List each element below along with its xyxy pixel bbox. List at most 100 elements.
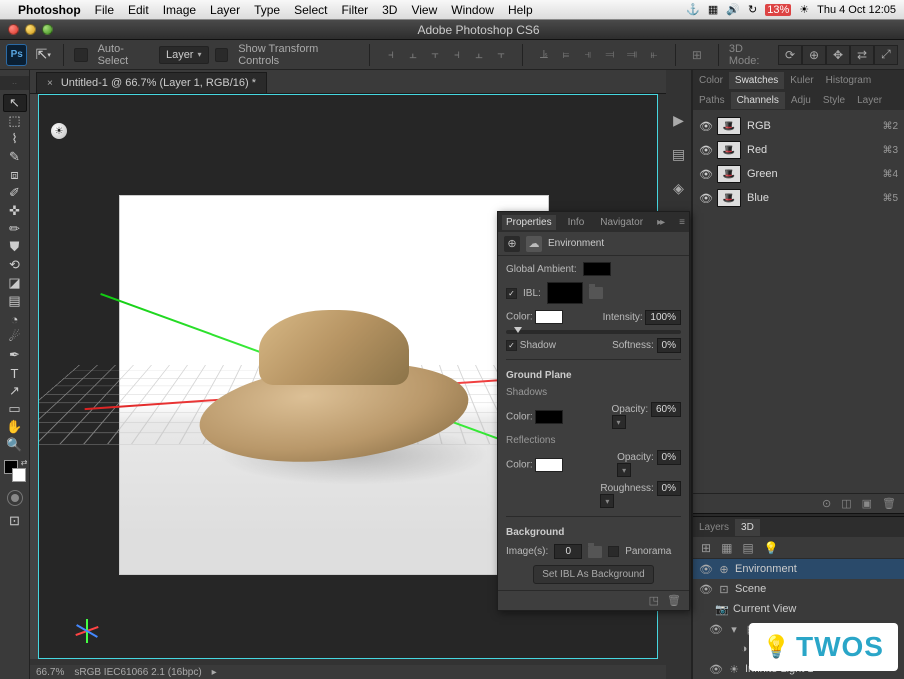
menu-file[interactable]: File [95,3,114,17]
tab-channels[interactable]: Channels [731,92,785,109]
gp-shadow-color-swatch[interactable] [535,410,563,424]
axis-gizmo[interactable] [69,598,109,638]
ibl-load-icon[interactable] [589,287,603,299]
tab-swatches[interactable]: Swatches [729,72,784,89]
tab-layer[interactable]: Layer [851,92,888,109]
close-window-button[interactable] [8,24,19,35]
document-tab[interactable]: × Untitled-1 @ 66.7% (Layer 1, RGB/16) * [36,72,267,93]
distribute-icon[interactable]: ⫡ [533,44,555,66]
quick-select-tool[interactable]: ✎ [3,148,27,166]
eraser-tool[interactable]: ◪ [3,274,27,292]
gp-refl-color-swatch[interactable] [535,458,563,472]
distribute-icon[interactable]: ⫤ [599,44,621,66]
new-channel-icon[interactable]: ▣ [862,497,872,510]
scene-item-scene[interactable]: 👁 ⊡ Scene [693,579,904,599]
visibility-icon[interactable]: 👁 [699,192,711,205]
gp-roughness-dropdown[interactable]: ▾ [600,494,614,508]
channel-row-green[interactable]: 👁 🎩 Green ⌘4 [693,162,904,186]
menu-image[interactable]: Image [163,3,196,17]
delete-channel-icon[interactable]: 🗑 [882,497,896,510]
tab-layers[interactable]: Layers [693,519,735,536]
volume-icon[interactable]: 🔊 [726,3,740,16]
gp-opacity-dropdown[interactable]: ▾ [612,415,626,429]
scene-item-current-view[interactable]: 📷 Current View [693,599,904,619]
set-ibl-background-button[interactable]: Set IBL As Background [533,565,653,584]
tab-styles[interactable]: Style [817,92,851,109]
align-bottom-icon[interactable]: ⫟ [424,44,446,66]
disclosure-triangle-icon[interactable]: ▾ [727,623,741,636]
panorama-checkbox[interactable] [608,546,619,557]
auto-select-checkbox[interactable] [74,48,88,62]
visibility-icon[interactable]: 👁 [699,144,711,157]
hat-3d-object[interactable] [209,310,459,475]
visibility-icon[interactable]: 👁 [699,563,713,576]
align-hcenter-icon[interactable]: ⫠ [468,44,490,66]
prop-env-icon[interactable]: ☁ [526,236,542,252]
gradient-tool[interactable]: ▤ [3,292,27,310]
ps-logo-icon[interactable]: Ps [6,44,27,66]
tab-navigator[interactable]: Navigator [596,215,647,230]
shape-tool[interactable]: ▭ [3,400,27,418]
status-arrow-icon[interactable]: ▸ [212,667,217,678]
scene-item-environment[interactable]: 👁 ⊕ Environment [693,559,904,579]
distribute-icon[interactable]: ⫥ [621,44,643,66]
3d-orbit-icon[interactable]: ⟳ [778,45,802,65]
3d-scale-icon[interactable]: ⤢ [874,45,898,65]
hand-tool[interactable]: ✋ [3,418,27,436]
light-widget-icon[interactable]: ☀ [51,123,67,139]
delete-icon[interactable]: 🗑 [667,594,681,607]
tab-info[interactable]: Info [564,215,589,230]
blur-tool[interactable]: ◔ [3,310,27,328]
3d-pan-icon[interactable]: ✥ [826,45,850,65]
dodge-tool[interactable]: ☄ [3,328,27,346]
align-right-icon[interactable]: ⫟ [490,44,512,66]
gp-r-opacity-dropdown[interactable]: ▾ [617,463,631,477]
load-selection-icon[interactable]: ⊙ [822,497,831,510]
distribute-icon[interactable]: ⫣ [577,44,599,66]
menu-filter[interactable]: Filter [341,3,368,17]
filter-mesh-icon[interactable]: ▦ [721,541,732,555]
arrange-icon[interactable]: ⊞ [686,44,708,66]
app-menu[interactable]: Photoshop [18,3,81,17]
collapse-icon[interactable]: ▸▸ [657,217,667,228]
tool-panel-grip[interactable]: ·· [0,76,29,90]
intensity-value[interactable]: 100% [645,310,681,325]
visibility-icon[interactable]: 👁 [699,168,711,181]
filter-material-icon[interactable]: ▤ [742,541,753,555]
visibility-icon[interactable]: 👁 [699,583,713,596]
eyedropper-tool[interactable]: ✐ [3,184,27,202]
move-tool[interactable]: ↖ [3,94,27,112]
menu-edit[interactable]: Edit [128,3,149,17]
gp-roughness-value[interactable]: 0% [657,481,681,496]
minimize-window-button[interactable] [25,24,36,35]
fg-bg-swatches[interactable]: ⇄ [4,460,26,482]
clock[interactable]: Thu 4 Oct 12:05 [817,4,896,16]
brush-tool[interactable]: ✏ [3,220,27,238]
play-icon[interactable]: ▶ [669,110,689,130]
global-ambient-swatch[interactable] [583,262,611,276]
gp-opacity-value[interactable]: 60% [651,402,681,417]
softness-value[interactable]: 0% [657,338,681,353]
menu-layer[interactable]: Layer [210,3,240,17]
shadow-checkbox[interactable] [506,340,517,351]
tab-histogram[interactable]: Histogram [820,72,878,89]
swap-colors-icon[interactable]: ⇄ [21,458,28,467]
tab-kuler[interactable]: Kuler [784,72,819,89]
visibility-icon[interactable]: 👁 [709,623,723,636]
path-select-tool[interactable]: ↗ [3,382,27,400]
stamp-tool[interactable]: ⛊ [3,238,27,256]
healing-tool[interactable]: ✜ [3,202,27,220]
auto-select-dropdown[interactable]: Layer [159,46,209,64]
ibl-color-swatch[interactable] [535,310,563,324]
menu-help[interactable]: Help [508,3,533,17]
properties-panel[interactable]: Properties Info Navigator ▸▸ ≡ ⊕ ☁ Envir… [497,211,690,611]
menu-select[interactable]: Select [294,3,327,17]
align-top-icon[interactable]: ⫞ [380,44,402,66]
menu-view[interactable]: View [411,3,437,17]
show-transform-checkbox[interactable] [215,48,229,62]
panel-menu-icon[interactable]: ≡ [675,217,689,228]
zoom-tool[interactable]: 🔍 [3,436,27,454]
tab-properties[interactable]: Properties [502,215,556,230]
tab-color[interactable]: Color [693,72,729,89]
tab-paths[interactable]: Paths [693,92,731,109]
